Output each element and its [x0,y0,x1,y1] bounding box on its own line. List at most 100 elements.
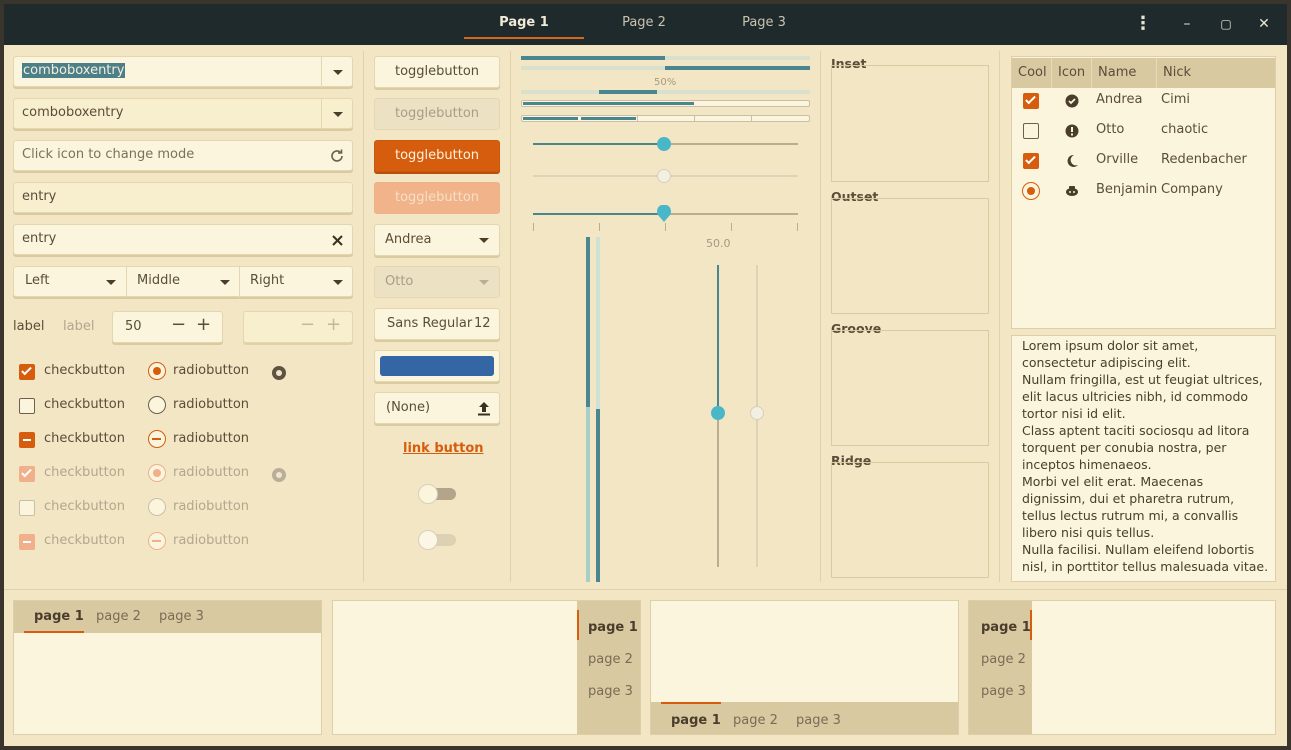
notebook-tab-page-2[interactable]: page 2 [588,652,633,667]
refresh-icon[interactable] [329,148,345,164]
checkbutton-label: checkbutton [44,363,125,378]
text-line: Lorem ipsum dolor sit amet, [1022,338,1199,353]
hscale-marks-knob[interactable] [657,205,671,223]
mode-entry-placeholder: Click icon to change mode [22,147,195,162]
check-circle-icon [1065,94,1079,108]
chevron-down-icon[interactable] [333,112,343,117]
combobox-entry-text: comboboxentry [22,63,126,78]
notebook-tab-page-1[interactable]: page 1 [588,620,638,635]
plus-icon: + [326,314,342,335]
column-cool[interactable]: Cool [1012,58,1052,88]
checkbox-checked-disabled [19,466,35,482]
checkbox-mixed[interactable] [19,432,35,448]
font-button[interactable]: Sans Regular 12 [374,308,500,340]
notebook-tab-page-1[interactable]: page 1 [34,609,84,624]
chevron-down-icon[interactable] [220,280,230,285]
notebook-tab-page-3[interactable]: page 3 [981,684,1026,699]
notebook-tab-page-1[interactable]: page 1 [981,620,1031,635]
mode-entry[interactable]: Click icon to change mode [13,140,353,171]
upload-icon [478,402,490,416]
text-line: consectetur adipiscing elit. [1022,355,1191,370]
text-line: tortor nisi id elit. [1022,406,1126,421]
combo-left[interactable]: Left [25,273,49,288]
chevron-down-icon[interactable] [333,280,343,285]
checkbutton-label: checkbutton [44,431,125,446]
radiobutton-label: radiobutton [173,499,250,514]
toggle-button[interactable]: togglebutton [374,56,500,88]
text-line: torquent per conubia nostra, per [1022,440,1227,455]
text-line: Nulla facilisi. Nullam eleifend lobortis [1022,542,1255,557]
menu-icon[interactable]: ⋮ [1131,12,1155,36]
notebook-tab-page-2[interactable]: page 2 [981,652,1026,667]
tab-page-1[interactable]: Page 1 [464,4,584,41]
combobox-entry-1[interactable]: comboboxentry [13,56,353,88]
notebook-tab-page-2[interactable]: page 2 [96,609,141,624]
row-cool-checkbox[interactable] [1023,123,1039,139]
radio-unselected[interactable] [148,396,166,414]
link-button[interactable]: link button [403,441,484,456]
clear-icon[interactable] [332,235,343,246]
text-line: dignissim, dui et pharetra rutrum, [1022,491,1235,506]
hscale-knob[interactable] [657,137,671,151]
notebook-tab-page-3[interactable]: page 3 [588,684,633,699]
column-name[interactable]: Name [1092,58,1157,88]
checkbox-checked[interactable] [19,364,35,380]
header-bar: Page 1 Page 2 Page 3 ⋮ – ▢ ✕ [4,4,1287,45]
row-cool-checkbox[interactable] [1023,153,1039,169]
color-button[interactable] [374,350,500,382]
row-cool-checkbox[interactable] [1023,93,1039,109]
tab-page-3[interactable]: Page 3 [704,4,824,41]
toggle-button-active[interactable]: togglebutton [374,140,500,172]
checkbutton-label: checkbutton [44,465,125,480]
switch-knob-disabled [418,530,438,550]
chevron-down-icon[interactable] [106,280,116,285]
minus-icon[interactable]: − [171,314,186,335]
combo-middle[interactable]: Middle [137,273,180,288]
notebook-tab-page-3[interactable]: page 3 [159,609,204,624]
plus-icon[interactable]: + [196,314,211,335]
radio-indicator-icon[interactable] [271,365,287,381]
close-icon[interactable]: ✕ [1252,12,1276,36]
tab-page-2[interactable]: Page 2 [584,4,704,41]
chevron-down-icon[interactable] [479,238,489,243]
file-chooser-button[interactable]: (None) [374,392,500,424]
radio-selected[interactable] [148,362,166,380]
spin-button[interactable]: 50 − + [112,311,223,343]
font-name: Sans Regular [387,316,473,331]
entry-2[interactable]: entry [13,224,353,255]
chevron-down-icon [479,280,489,285]
combo-box-andrea[interactable]: Andrea [374,224,500,256]
chevron-down-icon[interactable] [333,70,343,75]
radiobutton-label: radiobutton [173,533,250,548]
segmented-combos: Left Middle Right [13,266,353,298]
maximize-icon[interactable]: ▢ [1214,12,1238,36]
level-bar-discrete [521,115,810,122]
level-bar [521,100,810,107]
notebook-tab-page-3[interactable]: page 3 [796,713,841,728]
row-cool-radio[interactable] [1022,182,1040,200]
vscale-value: 50.0 [706,237,731,250]
text-view-content: Lorem ipsum dolor sit amet, consectetur a… [1022,337,1268,575]
notebook-tab-page-2[interactable]: page 2 [733,713,778,728]
frame-groove [831,330,989,446]
progress-bar-inverted [521,66,810,70]
radio-mixed-disabled [148,532,166,550]
radio-selected-disabled [148,464,166,482]
switch-knob[interactable] [418,484,438,504]
minimize-icon[interactable]: – [1175,12,1199,36]
entry-1[interactable]: entry [13,182,353,213]
combobox-entry-2[interactable]: comboboxentry [13,98,353,130]
text-view[interactable]: Lorem ipsum dolor sit amet, consectetur a… [1011,335,1276,582]
notebook-tab-page-1[interactable]: page 1 [671,713,721,728]
notebook-tabs-left: page 1 page 2 page 3 [968,600,1276,735]
radio-mixed[interactable] [148,430,166,448]
column-nick[interactable]: Nick [1157,58,1275,88]
column-icon[interactable]: Icon [1052,58,1092,88]
radio-indicator-disabled-icon [272,468,286,482]
checkbox-unchecked[interactable] [19,398,35,414]
text-line: tellus lectus rutrum mi, a convallis [1022,508,1239,523]
vscale-knob[interactable] [711,406,725,420]
frame-inset [831,65,989,182]
combo-right[interactable]: Right [250,273,284,288]
radiobutton-label: radiobutton [173,363,250,378]
